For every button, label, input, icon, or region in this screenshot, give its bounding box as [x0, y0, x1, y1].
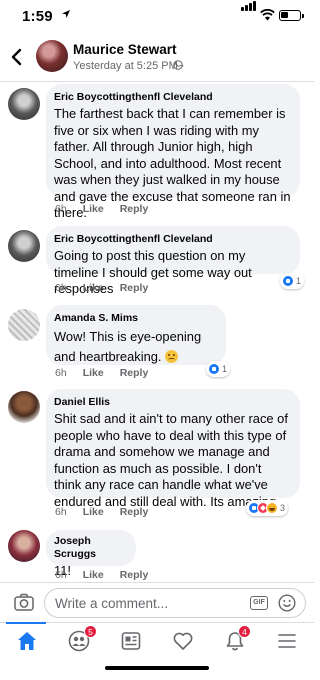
reply-button[interactable]: Reply — [120, 506, 149, 518]
tab-friends[interactable]: 5 — [54, 623, 106, 667]
comment-bubble: Daniel Ellis Shit sad and it ain't to ma… — [46, 389, 300, 509]
comment-author[interactable]: Amanda S. Mims — [54, 312, 218, 325]
gif-icon[interactable]: GIF — [250, 596, 268, 610]
reply-button[interactable]: Reply — [120, 282, 149, 294]
friends-badge: 5 — [84, 625, 97, 638]
reply-button[interactable]: Reply — [120, 203, 149, 215]
comment-bubble: Amanda S. Mims Wow! This is eye-opening … — [46, 305, 226, 365]
sad-face-emoji-icon — [165, 350, 179, 363]
comment-bubble: Eric Boycottingthenfl Cleveland Going to… — [46, 226, 300, 296]
comment-actions: 6h Like Reply — [55, 569, 164, 581]
reaction-summary[interactable]: 1 — [280, 273, 305, 289]
avatar[interactable] — [8, 88, 40, 120]
reaction-summary[interactable]: 3 — [246, 500, 289, 516]
post-timestamp: Yesterday at 5:25 PM · — [73, 60, 185, 72]
avatar[interactable] — [36, 40, 68, 72]
post-author-name[interactable]: Maurice Stewart — [73, 42, 177, 57]
tab-menu[interactable] — [262, 623, 314, 667]
avatar[interactable] — [8, 230, 40, 262]
reply-button[interactable]: Reply — [120, 367, 149, 379]
home-indicator — [105, 666, 209, 670]
camera-icon[interactable] — [14, 593, 34, 611]
haha-reaction-icon — [266, 502, 278, 514]
comment-actions: 6h Like Reply — [55, 506, 164, 518]
comment-time: 6h — [55, 367, 67, 379]
comment-text-body: Wow! This is eye-opening and heartbreaki… — [54, 329, 202, 364]
comment-composer: Write a comment... GIF — [0, 582, 314, 622]
tab-notifications[interactable]: 4 — [210, 623, 262, 667]
news-icon — [121, 632, 141, 650]
comment-text: Shit sad and it ain't to many other race… — [54, 411, 288, 509]
comment-time: 6h — [55, 569, 67, 581]
comment-actions: 6h Like Reply — [55, 367, 164, 379]
battery-icon — [279, 10, 304, 21]
post-header: Maurice Stewart Yesterday at 5:25 PM · — [0, 34, 314, 82]
location-arrow-icon — [62, 10, 70, 18]
reaction-count: 3 — [280, 503, 286, 513]
dating-icon — [173, 632, 193, 650]
avatar[interactable] — [8, 530, 40, 562]
comment-author[interactable]: Joseph Scruggs — [54, 535, 128, 561]
comment-actions: 6h Like Reply — [55, 203, 164, 215]
tab-dating[interactable] — [158, 623, 210, 667]
wifi-icon — [260, 9, 275, 21]
reaction-summary[interactable]: 1 — [206, 361, 231, 377]
like-button[interactable]: Like — [83, 367, 104, 379]
home-icon — [18, 632, 36, 650]
comment-time: 6h — [55, 282, 67, 294]
comment-actions: 6h Like Reply — [55, 282, 164, 294]
comment-input-placeholder: Write a comment... — [55, 596, 169, 611]
back-icon[interactable] — [10, 48, 24, 66]
comment-input[interactable]: Write a comment... GIF — [44, 588, 306, 618]
menu-icon — [278, 634, 296, 648]
like-button[interactable]: Like — [83, 506, 104, 518]
comment-bubble: Joseph Scruggs 11! — [46, 530, 136, 578]
tab-news[interactable] — [106, 623, 158, 667]
comment-time: 6h — [55, 506, 67, 518]
comment-author[interactable]: Eric Boycottingthenfl Cleveland — [54, 233, 292, 246]
globe-icon — [173, 60, 183, 70]
notifications-badge: 4 — [238, 625, 251, 638]
comment-author[interactable]: Eric Boycottingthenfl Cleveland — [54, 91, 292, 104]
avatar[interactable] — [8, 309, 40, 341]
comment-text: Wow! This is eye-opening and heartbreaki… — [54, 327, 218, 367]
status-time: 1:59 — [22, 8, 53, 25]
comment-author[interactable]: Daniel Ellis — [54, 396, 292, 409]
like-reaction-icon — [282, 275, 294, 287]
emoji-icon[interactable] — [278, 594, 296, 612]
reply-button[interactable]: Reply — [120, 569, 149, 581]
comment-time: 6h — [55, 203, 67, 215]
bottom-tab-bar: 5 4 — [0, 622, 314, 680]
like-button[interactable]: Like — [83, 203, 104, 215]
reaction-count: 1 — [296, 276, 302, 286]
like-reaction-icon — [208, 363, 220, 375]
reaction-count: 1 — [222, 364, 228, 374]
comment-bubble: Eric Boycottingthenfl Cleveland The fart… — [46, 84, 300, 220]
tab-home[interactable] — [2, 622, 54, 667]
like-button[interactable]: Like — [83, 282, 104, 294]
status-bar: 1:59 — [0, 0, 314, 34]
like-button[interactable]: Like — [83, 569, 104, 581]
avatar[interactable] — [8, 391, 40, 423]
